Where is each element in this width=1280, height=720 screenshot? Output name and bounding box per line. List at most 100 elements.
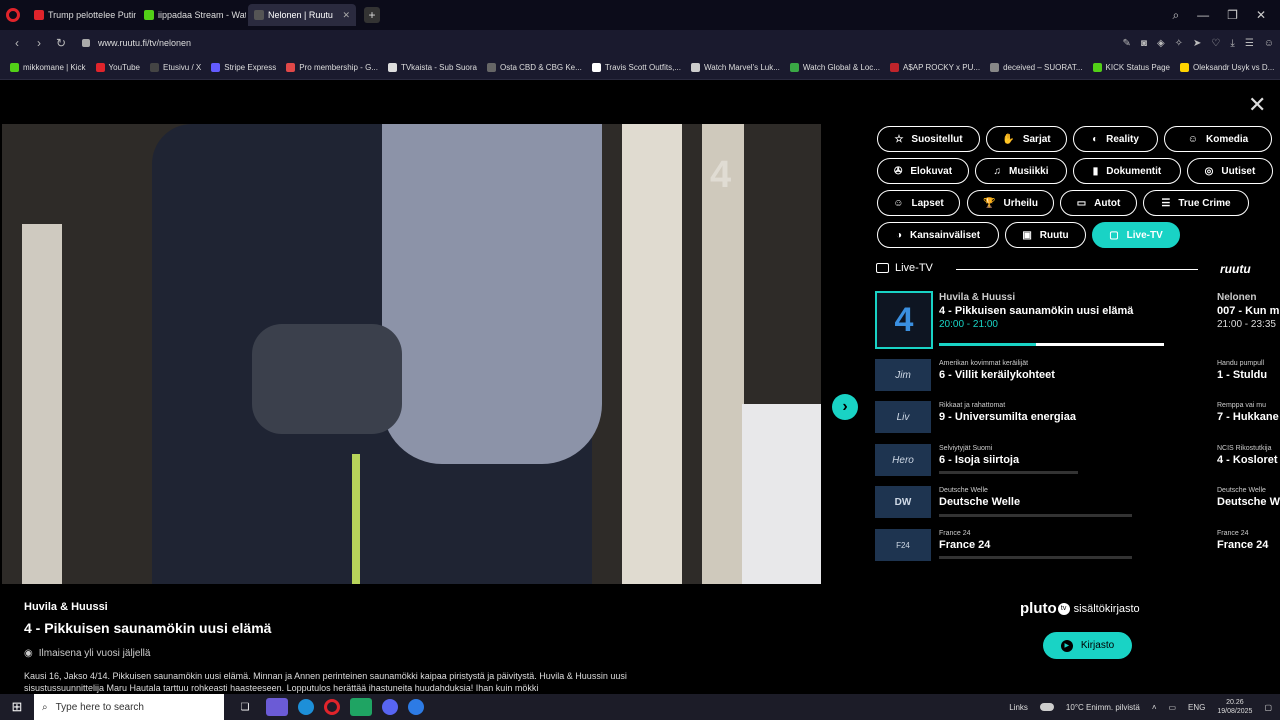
clock[interactable]: 20.26 19/08/2025 [1217, 698, 1252, 716]
task-view-icon[interactable]: ❏ [234, 698, 256, 716]
bookmark-usyk[interactable]: Oleksandr Usyk vs D... [1180, 63, 1274, 72]
next-program[interactable]: Handu pumpull 1 - Stuldu [1217, 360, 1267, 381]
windows-taskbar: ⊞ ⌕ Type here to search ❏ Links 10°C Eni… [0, 694, 1280, 720]
language-indicator[interactable]: ENG [1188, 703, 1205, 712]
edge-icon[interactable] [298, 699, 314, 715]
windows-start-icon[interactable]: ⊞ [0, 699, 34, 715]
program-current[interactable]: Selviytyjät Suomi 6 - Isoja siirtoja [939, 445, 1019, 466]
close-tab-icon[interactable]: ✕ [342, 10, 350, 21]
bookmark-cbd[interactable]: Osta CBD & CBG Ke... [487, 63, 582, 72]
menu-icon[interactable]: ☰ [1245, 38, 1254, 49]
links-label[interactable]: Links [1009, 703, 1028, 712]
bookmark-youtube[interactable]: YouTube [95, 63, 140, 72]
program-series: Deutsche Welle [939, 487, 988, 494]
program-current[interactable]: Amerikan kovimmat keräilijät 6 - Villit … [939, 360, 1055, 381]
next-program[interactable]: Nelonen 007 - Kun m 21:00 - 23:35 [1217, 292, 1279, 330]
bookmark-x[interactable]: Etusivu / X [149, 63, 201, 72]
video-player[interactable]: 4 [2, 124, 821, 584]
program-current[interactable]: Huvila & Huussi 4 - Pikkuisen saunamökin… [939, 292, 1133, 330]
reload-icon[interactable]: ↻ [50, 36, 72, 50]
bookmark-label: Watch Global & Loc... [802, 63, 880, 72]
next-program[interactable]: Deutsche Welle Deutsche W [1217, 487, 1280, 508]
channel-logo-dw[interactable]: DW [875, 486, 931, 518]
forward-icon[interactable]: › [28, 36, 50, 50]
send-icon[interactable]: ➤ [1193, 38, 1201, 49]
program-current[interactable]: France 24 France 24 [939, 530, 990, 551]
channel-logo-nelonen[interactable]: 4 [875, 291, 933, 349]
category-musiikki[interactable]: ♫ Musiikki [975, 158, 1067, 184]
next-program[interactable]: Remppa vai mu 7 - Hukkane [1217, 402, 1279, 423]
taskbar-search[interactable]: ⌕ Type here to search [34, 694, 224, 720]
back-icon[interactable]: ‹ [6, 36, 28, 50]
category-label: Ruutu [1039, 229, 1069, 241]
shield-icon[interactable]: ◈ [1157, 38, 1165, 49]
profile-icon[interactable]: ☺ [1264, 38, 1274, 49]
channel-logo-france24[interactable]: F24 [875, 529, 931, 561]
category-true-crime[interactable]: ☰ True Crime [1143, 190, 1249, 216]
bookmark-deceived[interactable]: deceived – SUORAT... [990, 63, 1083, 72]
bookmark-travis[interactable]: Travis Scott Outfits,... [591, 63, 681, 72]
ruutu-logo: ruutu [1220, 262, 1251, 276]
category-elokuvat[interactable]: ✇ Elokuvat [877, 158, 969, 184]
camera-icon[interactable]: ◙ [1141, 38, 1147, 49]
widgets-icon[interactable] [266, 698, 288, 716]
opera-icon[interactable] [324, 699, 340, 715]
notifications-icon[interactable]: ▢ [1264, 703, 1272, 712]
download-icon[interactable]: ⤓ [1230, 38, 1234, 49]
edit-icon[interactable]: ✎ [1123, 38, 1131, 49]
program-series: Huvila & Huussi [939, 292, 1016, 303]
app-store-icon[interactable] [350, 698, 372, 716]
url-field[interactable]: www.ruutu.fi/tv/nelonen [82, 33, 1102, 53]
minimize-icon[interactable]: — [1197, 8, 1209, 22]
bookmark-kick-status[interactable]: KICK Status Page [1092, 63, 1170, 72]
category-live-tv[interactable]: ▢ Live-TV [1092, 222, 1180, 248]
next-program[interactable]: France 24 France 24 [1217, 530, 1268, 551]
program-current[interactable]: Rikkaat ja rahattomat 9 - Universumilta … [939, 402, 1076, 423]
maximize-icon[interactable]: ❐ [1227, 8, 1238, 22]
next-program[interactable]: NCIS Rikostutkija 4 - Kosloret [1217, 445, 1278, 466]
kirjasto-button[interactable]: ▶ Kirjasto [1043, 632, 1132, 659]
category-autot[interactable]: ▭ Autot [1060, 190, 1137, 216]
category-label: Reality [1106, 133, 1139, 145]
network-icon[interactable]: ▭ [1168, 703, 1176, 712]
channel-logo-hero[interactable]: Hero [875, 444, 931, 476]
bookmark-stripe[interactable]: Stripe Express [211, 63, 276, 72]
bookmark-mikkomane[interactable]: mikkomane | Kick [10, 63, 86, 72]
next-program-series: Handu pumpull [1217, 360, 1265, 367]
bookmark-tvkaista[interactable]: TVkaista - Sub Suora [387, 63, 477, 72]
category-uutiset[interactable]: ◎ Uutiset [1187, 158, 1273, 184]
bookmark-pro-membership[interactable]: Pro membership - G... [286, 63, 378, 72]
bookmark-asap[interactable]: A$AP ROCKY x PU... [889, 63, 980, 72]
bookmark-label: TVkaista - Sub Suora [400, 63, 477, 72]
video-scene-arm [382, 124, 602, 464]
category-komedia[interactable]: ☺ Komedia [1164, 126, 1272, 152]
search-tabs-icon[interactable]: ⌕ [1172, 8, 1179, 23]
extension-icon[interactable]: ✧ [1175, 38, 1183, 49]
app-icon[interactable] [408, 699, 424, 715]
channel-logo-jim[interactable]: Jim [875, 359, 931, 391]
heart-icon[interactable]: ♡ [1211, 38, 1220, 49]
tab-iippadaa[interactable]: iippadaa Stream - Watch [138, 4, 246, 26]
discord-icon[interactable] [382, 699, 398, 715]
tab-trump[interactable]: Trump pelottelee Putinia | [28, 4, 136, 26]
category-kansainvaliset[interactable]: ◑ Kansainväliset [877, 222, 999, 248]
category-sarjat[interactable]: ✋ Sarjat [986, 126, 1067, 152]
weather-text[interactable]: 10°C Enimm. pilvistä [1066, 703, 1140, 712]
chevron-up-icon[interactable]: ˄ [1152, 703, 1157, 712]
channel-logo-liv[interactable]: Liv [875, 401, 931, 433]
program-current[interactable]: Deutsche Welle Deutsche Welle [939, 487, 1020, 508]
category-ruutu[interactable]: ▣ Ruutu [1005, 222, 1086, 248]
close-player-icon[interactable]: ✕ [1248, 92, 1266, 118]
new-tab-button[interactable]: + [364, 7, 380, 23]
category-lapset[interactable]: ☺ Lapset [877, 190, 960, 216]
tab-nelonen[interactable]: Nelonen | Ruutu ✕ [248, 4, 356, 26]
category-dokumentit[interactable]: ▮ Dokumentit [1073, 158, 1181, 184]
bookmark-marvel[interactable]: Watch Marvel's Luk... [690, 63, 780, 72]
next-channel-arrow-icon[interactable]: › [832, 394, 858, 420]
category-urheilu[interactable]: 🏆 Urheilu [967, 190, 1054, 216]
bookmark-global[interactable]: Watch Global & Loc... [789, 63, 880, 72]
opera-logo-icon[interactable] [6, 8, 20, 22]
category-reality[interactable]: ◐ Reality [1073, 126, 1158, 152]
category-suositellut[interactable]: ☆ Suositellut [877, 126, 980, 152]
close-window-icon[interactable]: ✕ [1256, 8, 1266, 22]
